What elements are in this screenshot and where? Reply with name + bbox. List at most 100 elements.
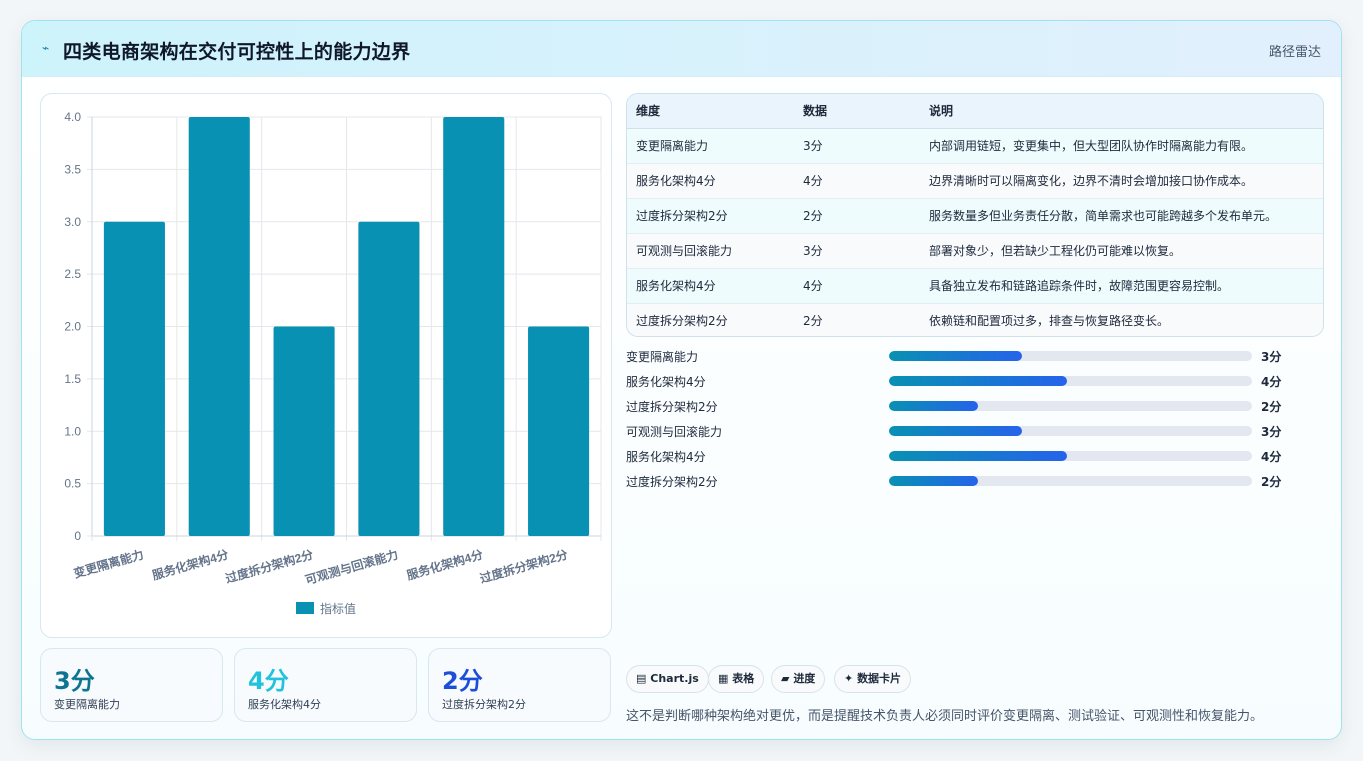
x-tick-label: 服务化架构4分: [150, 546, 230, 582]
progress-fill: [889, 351, 1023, 361]
progress-fill: [889, 476, 978, 486]
progress-track: [889, 376, 1252, 386]
progress-row: 服务化架构4分 4分: [626, 446, 1324, 466]
tag-label: Chart.js: [650, 672, 699, 685]
stat-value: 3分: [54, 667, 95, 695]
stat-label: 变更隔离能力: [54, 698, 120, 711]
progress-value: 3分: [1261, 425, 1282, 439]
progress-fill: [889, 426, 1023, 436]
x-tick-label: 可观测与回滚能力: [303, 546, 399, 587]
x-tick-label: 变更隔离能力: [72, 546, 145, 580]
stat-card-1: 3分 变更隔离能力: [40, 648, 223, 722]
progress-track: [889, 351, 1252, 361]
progress-row: 可观测与回滚能力 3分: [626, 421, 1324, 441]
tag-data-card[interactable]: ✦ 数据卡片: [834, 665, 912, 693]
y-tick-label: 0: [74, 529, 81, 543]
table-cell: 3分: [794, 128, 920, 164]
tag-label: 表格: [732, 672, 755, 685]
table-cell: 依赖链和配置项过多，排查与恢复路径变长。: [920, 303, 1323, 336]
progress-row: 过度拆分架构2分 2分: [626, 396, 1324, 416]
y-tick-label: 3.0: [64, 215, 81, 229]
stat-card-3: 2分 过度拆分架构2分: [428, 648, 611, 722]
bar: [443, 117, 505, 536]
legend-swatch: [296, 602, 314, 614]
progress-row: 过度拆分架构2分 2分: [626, 471, 1324, 491]
y-tick-label: 4.0: [64, 110, 81, 124]
column-header-description: 说明: [920, 94, 1323, 129]
data-table: 维度 数据 说明 变更隔离能力 3分 内部调用链短，变更集中，但大型团队协作时隔…: [626, 93, 1324, 337]
progress-label: 变更隔离能力: [626, 350, 699, 364]
table-cell: 服务数量多但业务责任分散，简单需求也可能跨越多个发布单元。: [920, 198, 1323, 234]
table-cell: 可观测与回滚能力: [627, 233, 794, 269]
header-right-label: 路径雷达: [1268, 45, 1321, 60]
progress-label: 服务化架构4分: [626, 375, 706, 389]
table-cell: 服务化架构4分: [627, 163, 794, 199]
progress-row: 服务化架构4分 4分: [626, 371, 1324, 391]
progress-value: 4分: [1261, 450, 1282, 464]
table-cell: 2分: [794, 303, 920, 336]
bar-chart-svg: 00.51.01.52.02.53.03.54.0变更隔离能力 服务化架构4分过度…: [64, 110, 602, 616]
y-tick-label: 1.5: [64, 372, 81, 386]
tag-progress[interactable]: ▰ 进度: [771, 665, 826, 693]
trend-icon: ⌁: [42, 41, 50, 55]
progress-label: 可观测与回滚能力: [626, 425, 723, 439]
tag-table[interactable]: ▦ 表格: [708, 665, 765, 693]
progress-icon: ▰: [781, 672, 790, 685]
bar: [528, 326, 590, 536]
table-cell: 边界清晰时可以隔离变化，边界不清时会增加接口协作成本。: [920, 163, 1323, 199]
progress-label: 过度拆分架构2分: [626, 475, 718, 489]
header: ⌁ 四类电商架构在交付可控性上的能力边界 路径雷达: [22, 21, 1341, 77]
progress-label: 过度拆分架构2分: [626, 400, 718, 414]
progress-value: 4分: [1261, 375, 1282, 389]
table-cell: 过度拆分架构2分: [627, 198, 794, 234]
main-card: ⌁ 四类电商架构在交付可控性上的能力边界 路径雷达 0 0.5 1.0 1.5 2.0 2…: [21, 20, 1342, 740]
table-cell: 4分: [794, 163, 920, 199]
table-icon: ▦: [718, 672, 729, 685]
table-cell: 2分: [794, 198, 920, 234]
table-cell: 3分: [794, 233, 920, 269]
table-cell: 过度拆分架构2分: [627, 303, 794, 336]
bar: [103, 221, 165, 536]
stat-label: 过度拆分架构2分: [442, 698, 526, 711]
stat-label: 服务化架构4分: [248, 698, 321, 711]
column-header-data: 数据: [794, 94, 920, 129]
card-icon: ✦: [844, 672, 854, 685]
tag-chartjs[interactable]: ▤ Chart.js: [626, 665, 709, 693]
table-cell: 4分: [794, 268, 920, 304]
bar: [358, 221, 420, 536]
y-tick-label: 1.0: [64, 424, 81, 438]
table-cell: 服务化架构4分: [627, 268, 794, 304]
bar-chart: 0 0.5 1.0 1.5 2.0 2.5 3.0 3.5 4.0 变更隔离能力 服务化架构4分 过度…: [40, 93, 612, 638]
table-cell: 具备独立发布和链路追踪条件时，故障范围更容易控制。: [920, 268, 1323, 304]
x-tick-label: 过度拆分架构2分: [478, 546, 569, 585]
table-row: 变更隔离能力 3分 内部调用链短，变更集中，但大型团队协作时隔离能力有限。: [627, 128, 1323, 164]
progress-track: [889, 426, 1252, 436]
table-cell: 变更隔离能力: [627, 128, 794, 164]
table-cell: 内部调用链短，变更集中，但大型团队协作时隔离能力有限。: [920, 128, 1323, 164]
progress-label: 服务化架构4分: [626, 450, 706, 464]
table-header-row: 维度 数据 说明: [627, 94, 1323, 129]
stat-value: 4分: [248, 667, 289, 695]
stat-value: 2分: [442, 667, 483, 695]
progress-value: 3分: [1261, 350, 1282, 364]
chart-icon: ▤: [636, 672, 647, 685]
table-cell: 部署对象少，但若缺少工程化仍可能难以恢复。: [920, 233, 1323, 269]
y-tick-label: 3.5: [64, 162, 81, 176]
y-tick-label: 2.5: [64, 267, 81, 281]
bar: [188, 117, 250, 536]
bar: [273, 326, 335, 536]
table-row: 过度拆分架构2分 2分 依赖链和配置项过多，排查与恢复路径变长。: [627, 303, 1323, 336]
progress-fill: [889, 376, 1067, 386]
column-header-dimension: 维度: [627, 94, 794, 129]
progress-track: [889, 476, 1252, 486]
table-row: 服务化架构4分 4分 具备独立发布和链路追踪条件时，故障范围更容易控制。: [627, 268, 1323, 304]
x-tick-label: 过度拆分架构2分: [224, 546, 315, 585]
tag-label: 数据卡片: [857, 672, 902, 685]
progress-row: 变更隔离能力 3分: [626, 346, 1324, 366]
progress-fill: [889, 401, 978, 411]
stat-card-2: 4分 服务化架构4分: [234, 648, 417, 722]
y-tick-label: 2.0: [64, 320, 81, 334]
x-tick-label: 服务化架构4分: [405, 546, 485, 582]
table-row: 过度拆分架构2分 2分 服务数量多但业务责任分散，简单需求也可能跨越多个发布单元…: [627, 198, 1323, 234]
progress-track: [889, 401, 1252, 411]
